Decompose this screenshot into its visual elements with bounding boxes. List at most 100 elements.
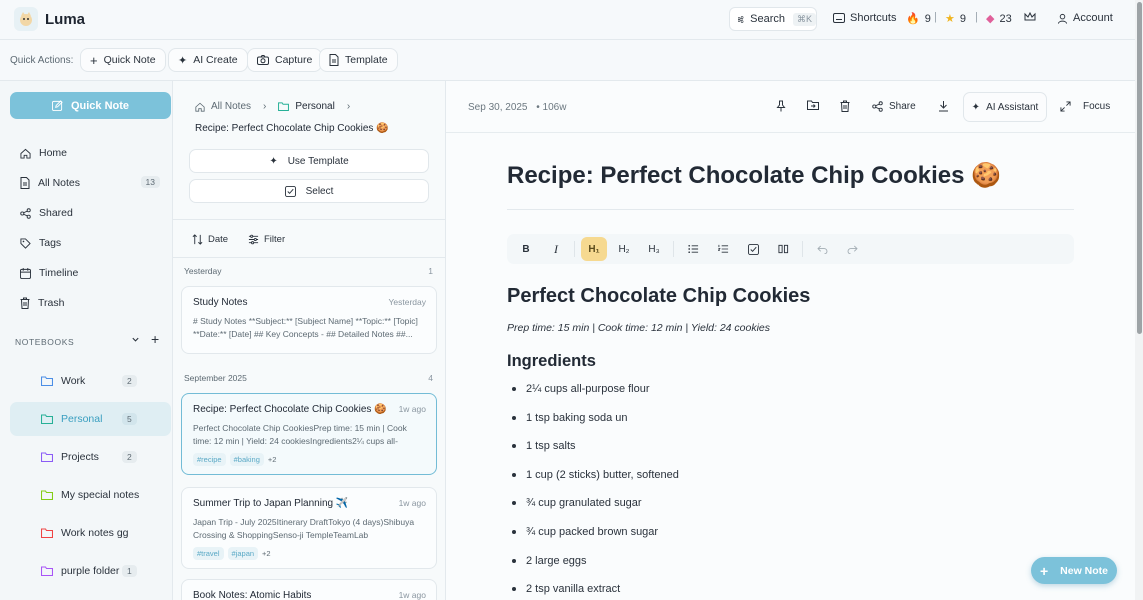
sidebar-item-tags[interactable]: Tags [10,231,163,255]
sidebar-item-shared[interactable]: Shared [10,201,163,225]
note-card[interactable]: Study Notes Yesterday # Study Notes **Su… [181,286,437,354]
heading-1-button[interactable]: H₁ [581,237,607,261]
redo-button[interactable] [839,237,865,261]
keyboard-icon [833,13,845,23]
list-item[interactable]: 1 cup (2 sticks) butter, softened [507,469,679,481]
list-item-text: ¾ cup granulated sugar [526,497,642,509]
content-meta[interactable]: Prep time: 15 min | Cook time: 12 min | … [507,322,770,334]
notebook-purple-folder[interactable]: purple folder 1 [10,554,171,588]
app-logo[interactable] [14,7,38,31]
breadcrumb-notebook[interactable]: Personal [295,101,334,112]
list-item-text: 2 large eggs [526,555,587,567]
use-template-button[interactable]: ✦ Use Template [189,149,429,173]
bullet-list-button[interactable] [680,237,706,261]
italic-button[interactable]: I [543,237,569,261]
notebook-count: 5 [122,413,137,425]
account-button[interactable]: Account [1057,12,1113,24]
note-card[interactable]: Book Notes: Atomic Habits 1w ago [181,579,437,600]
premium-button[interactable] [1024,12,1036,22]
search-button[interactable]: Search ⌘K [729,7,817,31]
add-notebook-icon[interactable]: + [151,331,159,347]
home-icon [20,148,31,159]
collapse-notebooks-icon[interactable] [131,335,140,344]
list-item[interactable]: 2¼ cups all-purpose flour [507,383,650,395]
notebook-projects[interactable]: Projects 2 [10,440,171,474]
ai-create-action[interactable]: ✦ AI Create [168,48,248,72]
content-heading[interactable]: Perfect Chocolate Chip Cookies [507,285,810,308]
select-button[interactable]: Select [189,179,429,203]
notebook-label: purple folder [61,565,120,577]
note-date: Sep 30, 2025 • 106w [468,102,566,113]
sparkle-icon: ✦ [178,54,188,67]
group-count: 4 [428,373,433,383]
calendar-icon [20,267,31,279]
scrollbar-thumb[interactable] [1137,2,1142,334]
note-title[interactable]: Recipe: Perfect Chocolate Chip Cookies 🍪 [507,161,1001,190]
list-item[interactable]: 1 tsp baking soda un [507,412,628,424]
list-item-text: 2¼ cups all-purpose flour [526,383,650,395]
ai-assistant-button[interactable]: ✦ AI Assistant [963,92,1047,122]
bold-button[interactable]: B [513,237,539,261]
filter-button[interactable]: Filter [248,234,285,245]
tag-chip[interactable]: #japan [227,547,259,560]
tag-chip[interactable]: #travel [193,547,224,560]
list-item[interactable]: ¾ cup packed brown sugar [507,526,658,538]
quick-note-button[interactable]: Quick Note [10,92,171,119]
tag-icon [20,237,31,249]
move-folder-icon[interactable] [807,100,819,110]
sidebar-item-all-notes[interactable]: All Notes 13 [10,171,163,195]
heading-3-button[interactable]: H₃ [641,237,667,261]
breadcrumb-root[interactable]: All Notes [211,101,251,112]
notebook-work-notes-gg[interactable]: Work notes gg [10,516,171,550]
gem-count: 23 [999,12,1012,25]
download-icon[interactable] [938,100,949,112]
share-button[interactable]: Share [872,101,916,112]
separator: | [934,11,937,23]
list-item[interactable]: 2 tsp vanilla extract [507,583,620,595]
list-item[interactable]: 1 tsp salts [507,440,576,452]
ingredients-heading[interactable]: Ingredients [507,352,596,371]
heading-2-button[interactable]: H₂ [611,237,637,261]
stars-counter[interactable]: ★ 9 [945,12,966,26]
pin-icon[interactable] [776,100,786,112]
streak-counter[interactable]: 🔥 9 [906,12,931,26]
notebook-work[interactable]: Work 2 [10,364,171,398]
gem-icon: ◆ [986,13,995,25]
sort-date-button[interactable]: Date [192,234,228,245]
editor-pane: Sep 30, 2025 • 106w Share ✦ AI Assistant… [446,81,1135,600]
capture-action[interactable]: Capture [247,48,323,72]
list-item[interactable]: 2 large eggs [507,555,587,567]
notebook-label: Projects [61,451,99,463]
quick-note-action[interactable]: + Quick Note [80,48,166,72]
notebook-personal[interactable]: Personal 5 [10,402,171,436]
note-card-selected[interactable]: Recipe: Perfect Chocolate Chip Cookies 🍪… [181,393,437,475]
file-icon [20,177,30,189]
template-action[interactable]: Template [319,48,398,72]
new-note-button[interactable]: + New Note [1031,557,1117,584]
sidebar-item-trash[interactable]: Trash [10,291,163,315]
undo-button[interactable] [809,237,835,261]
note-card-time: 1w ago [398,498,426,508]
list-item[interactable]: ¾ cup granulated sugar [507,497,642,509]
tag-chip[interactable]: #recipe [193,453,226,466]
gems-counter[interactable]: ◆ 23 [986,12,1012,26]
checklist-button[interactable] [740,237,766,261]
focus-button[interactable]: Focus [1060,101,1110,112]
sparkle-icon: ✦ [269,155,278,167]
notebook-my-special-notes[interactable]: My special notes [10,478,171,512]
shortcuts-button[interactable]: Shortcuts [833,12,896,24]
share-icon [20,207,31,219]
quote-button[interactable] [770,237,796,261]
nav-label: Shared [39,207,73,219]
sidebar-item-timeline[interactable]: Timeline [10,261,163,285]
plus-icon: + [90,52,98,68]
folder-icon [278,102,290,111]
tag-chip[interactable]: #baking [229,453,264,466]
sidebar-item-home[interactable]: Home [10,141,163,165]
folder-icon [41,376,53,386]
quote-icon [777,244,788,254]
note-card[interactable]: Summer Trip to Japan Planning ✈️ 1w ago … [181,487,437,569]
delete-icon[interactable] [840,100,850,112]
group-header: September 2025 [184,373,247,383]
numbered-list-button[interactable] [710,237,736,261]
